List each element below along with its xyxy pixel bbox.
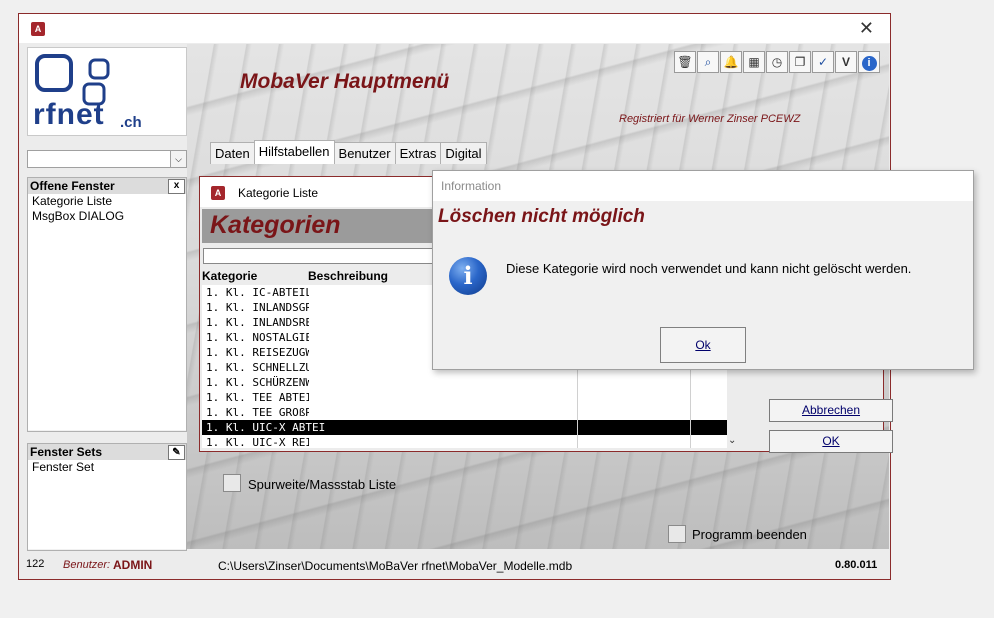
open-windows-title: Offene Fenster [30,179,115,193]
app-title: MobaVer Hauptmenü [240,70,450,93]
table-row[interactable]: 1. Kl. INLANDSGRO [202,300,309,315]
abbrechen-button[interactable]: Abbrechen [769,399,893,422]
window-set-item[interactable]: Fenster Set [28,460,186,475]
table-row[interactable]: 1. Kl. TEE ABTEIL\ [202,390,309,405]
open-window-item[interactable]: Kategorie Liste [28,194,186,209]
spurweite-button[interactable] [223,474,241,492]
table-row[interactable]: 1. Kl. REISEZUGW. [202,345,309,360]
logo-suffix: .ch [120,114,142,131]
table-row[interactable]: 1. Kl. SCHNELLZUG [202,360,309,375]
table-row[interactable]: 1. Kl. NOSTALGIEF [202,330,309,345]
dialog-message: Diese Kategorie wird noch verwendet und … [506,261,912,276]
user-name: ADMIN [113,558,153,572]
window-sets-panel: Fenster Sets ✎ Fenster Set [27,443,187,551]
column-kategorie[interactable]: Kategorie [202,269,257,283]
tab-daten[interactable]: Daten [210,142,255,164]
toolbar: 🗑 ⌕ 🔔 ▦ ◷ ❐ ✓ V i [674,51,880,73]
programm-beenden-button[interactable] [668,525,686,543]
logo-text: rfnet [33,98,105,131]
spurweite-label[interactable]: Spurweite/Massstab Liste [248,477,396,492]
close-icon[interactable]: ✕ [859,18,874,39]
title-bar: A ✕ [19,14,890,43]
version-number: 0.80.011 [835,559,878,571]
open-windows-close-button[interactable]: x [168,179,185,194]
kategorie-heading: Kategorien [210,211,341,239]
windows-icon[interactable]: ❐ [789,51,811,73]
trash-icon[interactable]: 🗑 [674,51,696,73]
v-icon[interactable]: V [835,51,857,73]
tab-extras[interactable]: Extras [394,142,442,164]
open-window-item[interactable]: MsgBox DIALOG [28,209,186,224]
access-app-icon: A [31,22,45,36]
open-windows-panel: Offene Fenster x Kategorie Liste MsgBox … [27,177,187,432]
table-row[interactable]: 1. Kl. IC-ABTEILW. [202,285,309,300]
tab-bar: Daten Hilfstabellen Benutzer Extras Digi… [210,140,487,164]
navigation-combo[interactable]: ⌵ [27,150,187,168]
calendar-icon[interactable]: ▦ [743,51,765,73]
search-icon[interactable]: ⌕ [697,51,719,73]
spellcheck-icon[interactable]: ✓ [812,51,834,73]
pencil-icon[interactable]: ✎ [168,445,185,460]
column-beschreibung[interactable]: Beschreibung [308,269,388,283]
record-count: 122 [26,558,45,570]
chevron-down-icon[interactable]: ⌵ [170,151,186,167]
window-sets-list: Fenster Set [28,460,186,549]
status-bar: 122 Benutzer: ADMIN C:\Users\Zinser\Docu… [19,555,890,577]
filter-input[interactable] [203,248,435,264]
scroll-down-icon[interactable]: ⌄ [728,435,736,446]
table-row[interactable]: 1. Kl. SCHÜRZENW [202,375,309,390]
user-label: Benutzer: [63,559,111,571]
dialog-caption: Information [441,179,502,193]
column-headers: Kategorie Beschreibung [202,269,388,283]
tab-benutzer[interactable]: Benutzer [333,142,396,164]
window-sets-title: Fenster Sets [30,445,103,459]
info-glyph: i [861,56,877,71]
info-icon: i [449,257,487,295]
information-dialog: Information Löschen nicht möglich i Dies… [432,170,974,370]
tab-hilfstabellen[interactable]: Hilfstabellen [253,140,335,164]
database-path: C:\Users\Zinser\Documents\MoBaVer rfnet\… [218,559,573,573]
table-row[interactable]: 1. Kl. INLANDSREI [202,315,309,330]
dialog-ok-button[interactable]: Ok [660,327,746,363]
open-windows-list: Kategorie Liste MsgBox DIALOG [28,194,186,430]
table-row[interactable]: 1. Kl. TEE GROßRA [202,405,309,420]
tab-digital[interactable]: Digital [440,142,487,164]
programm-beenden-label[interactable]: Programm beenden [692,527,807,542]
kategorie-window-title: Kategorie Liste [238,186,319,200]
schedule-icon[interactable]: ◷ [766,51,788,73]
dialog-body: Löschen nicht möglich i Diese Kategorie … [433,201,973,369]
access-app-icon: A [211,186,225,200]
registered-to: Registriert für Werner Zinser PCEWZ [619,113,801,125]
dialog-title: Löschen nicht möglich [438,206,645,227]
bell-icon[interactable]: 🔔 [720,51,742,73]
info-icon[interactable]: i [858,51,880,73]
table-row[interactable]: 1. Kl. UIC-X REISEZ [202,435,309,450]
ok-button[interactable]: OK [769,430,893,453]
rfnet-logo: rfnet .ch [27,47,187,136]
